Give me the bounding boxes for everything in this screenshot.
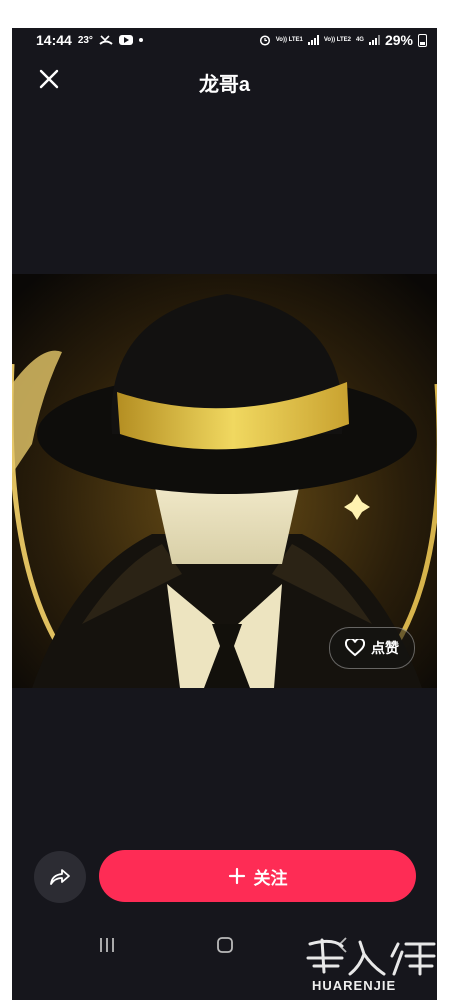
status-left: 14:44 23° bbox=[36, 32, 143, 48]
home-button[interactable] bbox=[216, 936, 234, 959]
sim1-indicator: Vo)) LTE1 bbox=[275, 36, 303, 43]
youtube-icon bbox=[118, 35, 133, 45]
heart-outline-icon bbox=[345, 639, 365, 657]
share-arrow-icon bbox=[50, 869, 70, 885]
battery-percent: 29% bbox=[384, 32, 413, 48]
like-button[interactable]: 点赞 bbox=[329, 627, 415, 669]
status-time: 14:44 bbox=[36, 32, 72, 48]
app-screen: 14:44 23° Vo)) LTE1 Vo)) LTE2 4G 29% 龙哥a… bbox=[12, 28, 437, 1000]
follow-button[interactable]: 关注 bbox=[99, 850, 416, 902]
missed-call-icon bbox=[99, 35, 113, 45]
watermark-logo: HUARENJIE bbox=[302, 934, 437, 998]
watermark-text: HUARENJIE bbox=[312, 978, 397, 993]
signal-bars-1-icon bbox=[307, 35, 319, 45]
page-title: 龙哥a bbox=[198, 74, 251, 96]
status-bar: 14:44 23° Vo)) LTE1 Vo)) LTE2 4G 29% bbox=[12, 28, 437, 54]
avatar-image bbox=[12, 274, 437, 688]
signal-bars-2-icon bbox=[368, 35, 380, 45]
recents-button[interactable] bbox=[98, 936, 116, 959]
share-button[interactable] bbox=[34, 851, 86, 903]
status-right: Vo)) LTE1 Vo)) LTE2 4G 29% bbox=[259, 32, 427, 48]
home-icon bbox=[217, 937, 233, 953]
recents-icon bbox=[100, 938, 114, 952]
profile-photo bbox=[12, 274, 437, 688]
plus-icon bbox=[228, 867, 245, 885]
notification-dot-icon bbox=[138, 38, 143, 42]
sim2-indicator: Vo)) LTE2 bbox=[323, 36, 351, 43]
follow-label: 关注 bbox=[253, 868, 288, 888]
network-type: 4G bbox=[355, 36, 364, 43]
watermark-glyph-icon bbox=[306, 938, 436, 976]
battery-icon bbox=[418, 33, 427, 47]
like-label: 点赞 bbox=[371, 640, 399, 656]
alarm-icon bbox=[259, 35, 270, 46]
status-temperature: 23° bbox=[77, 34, 93, 46]
